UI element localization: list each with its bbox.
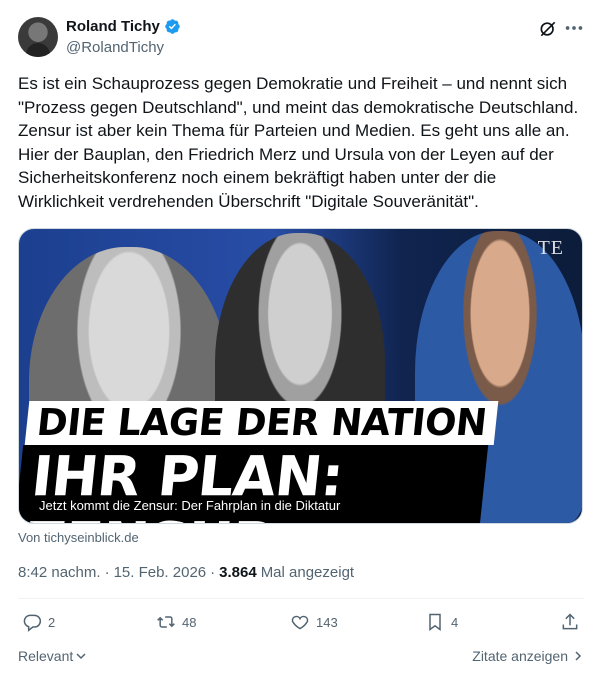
bookmark-count: 4 [451, 614, 459, 630]
sort-label: Relevant [18, 648, 74, 664]
link-source[interactable]: Von tichyseinblick.de [18, 530, 139, 545]
tweet-meta: 8:42 nachm. · 15. Feb. 2026 · 3.864 Mal … [18, 564, 354, 581]
more-icon[interactable] [563, 17, 585, 39]
reply-button[interactable]: 2 [22, 612, 55, 632]
bookmark-button[interactable]: 4 [425, 612, 458, 632]
meta-separator: · [104, 564, 110, 581]
views-count: 3.864 [219, 564, 257, 581]
avatar[interactable] [18, 17, 58, 57]
retweet-count: 48 [182, 614, 197, 630]
action-bar: 2 48 143 4 [18, 612, 584, 636]
share-button[interactable] [560, 612, 580, 632]
sort-dropdown[interactable]: Relevant [18, 648, 87, 664]
retweet-icon [157, 616, 175, 628]
retweet-button[interactable]: 48 [156, 612, 196, 632]
tweet: Roland Tichy @RolandTichy Es ist ein Sch… [0, 0, 602, 676]
grok-icon[interactable] [538, 19, 558, 39]
tweet-time[interactable]: 8:42 nachm. [18, 564, 101, 581]
tweet-date[interactable]: 15. Feb. 2026 [114, 564, 207, 581]
author-display-name[interactable]: Roland Tichy [66, 18, 160, 35]
link-card-caption: Jetzt kommt die Zensur: Der Fahrplan in … [33, 495, 347, 517]
divider [18, 598, 584, 599]
chevron-right-icon [575, 651, 582, 661]
views-label: Mal angezeigt [260, 564, 355, 581]
like-count: 143 [316, 614, 338, 630]
meta-separator: · [210, 564, 216, 581]
like-button[interactable]: 143 [290, 612, 338, 632]
author-name-row: Roland Tichy [66, 18, 181, 35]
tweet-text: Es ist ein Schauprozess gegen Demokratie… [18, 74, 579, 211]
heart-icon [291, 615, 309, 630]
author-handle[interactable]: @RolandTichy [66, 39, 164, 56]
reply-icon [23, 614, 42, 632]
share-icon [562, 613, 578, 630]
brand-logo: TE [537, 237, 564, 259]
link-card-image[interactable]: TE DIE LAGE DER NATION IHR PLAN: ZENSUR … [18, 228, 583, 524]
image-headline-top: DIE LAGE DER NATION [24, 401, 499, 445]
bookmark-icon [429, 613, 441, 631]
view-quotes-link[interactable]: Zitate anzeigen [472, 648, 584, 664]
reply-count: 2 [48, 614, 56, 630]
verified-badge-icon [165, 19, 180, 34]
quotes-label: Zitate anzeigen [472, 648, 568, 664]
chevron-down-icon [76, 653, 86, 660]
